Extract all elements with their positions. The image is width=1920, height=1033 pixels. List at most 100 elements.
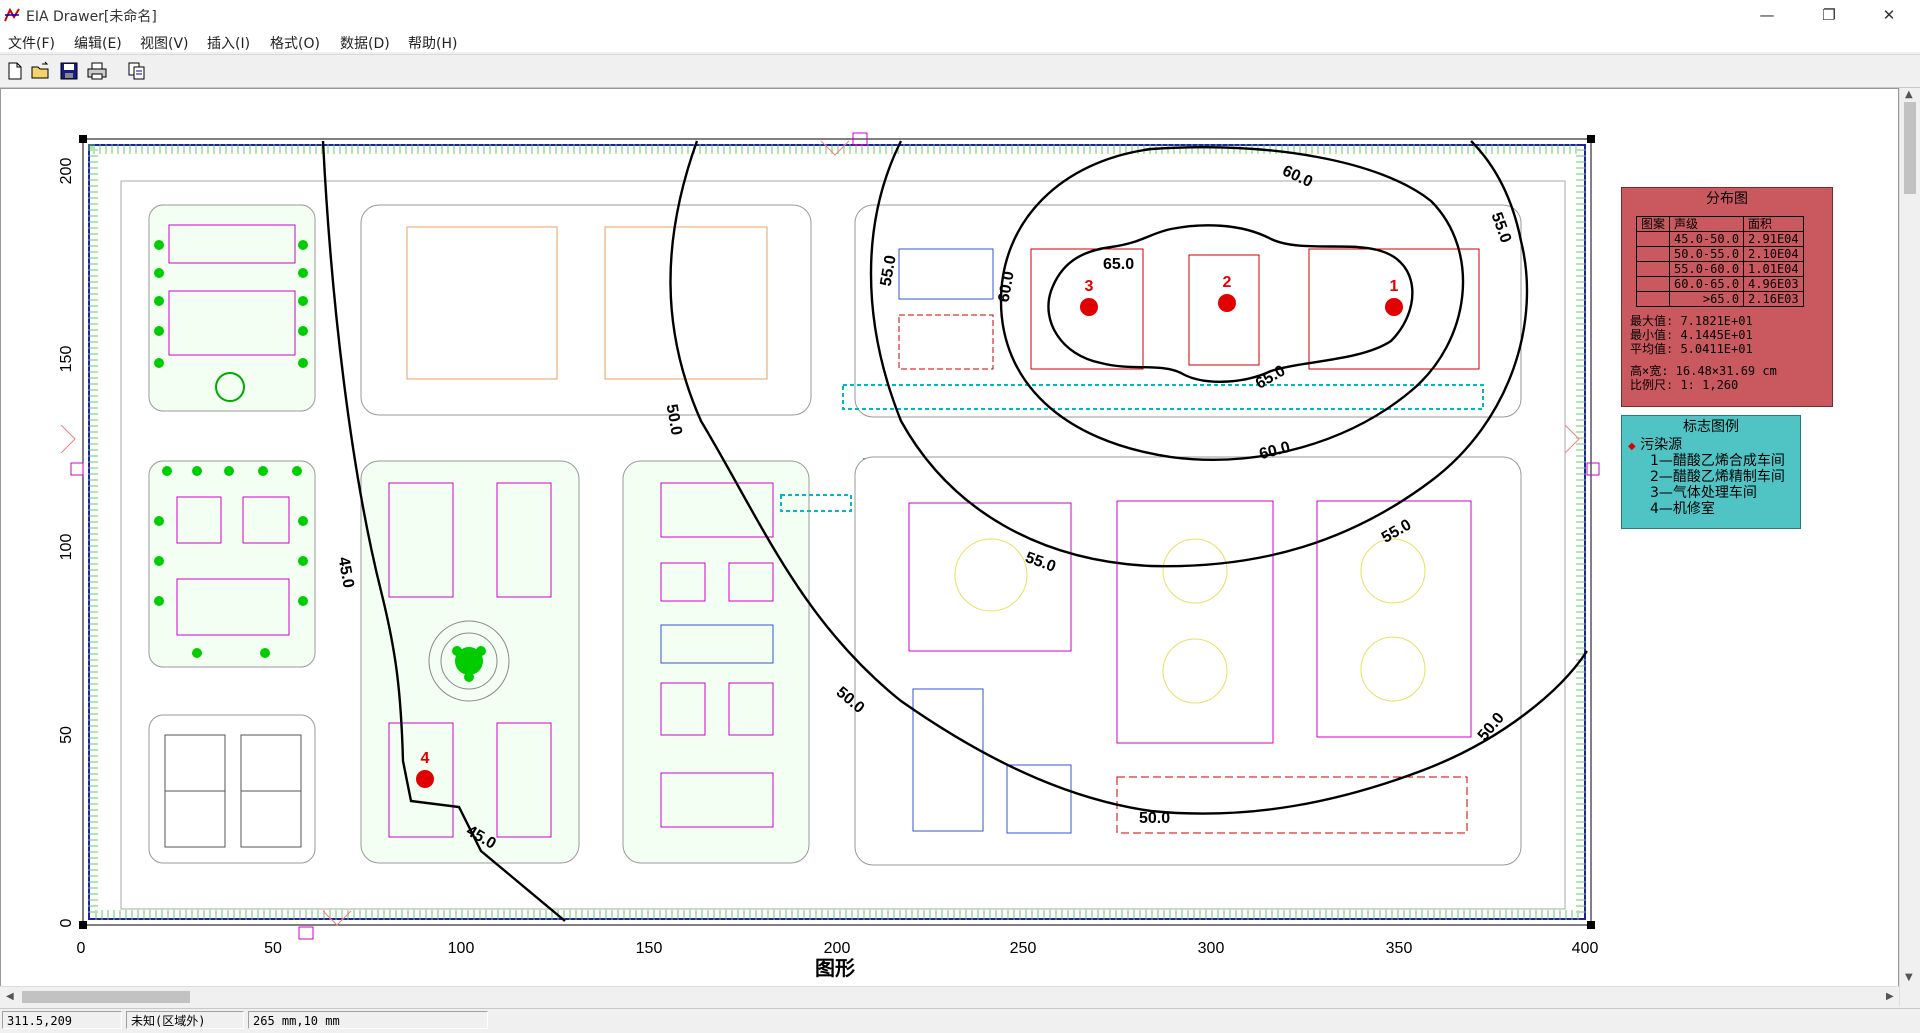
- marker-item: 1—醋酸乙烯合成车间: [1650, 453, 1785, 469]
- corner-handle[interactable]: [79, 921, 87, 929]
- area-cell: 2.16E03: [1743, 291, 1804, 307]
- x-axis-label: 图形: [815, 957, 855, 980]
- y-tick: 150: [58, 346, 75, 373]
- horizontal-scrollbar[interactable]: ◀ ▶: [0, 986, 1899, 1007]
- area-cell: 1.01E04: [1743, 261, 1804, 277]
- pattern-cell: [1635, 246, 1671, 262]
- x-tick: 200: [824, 940, 851, 957]
- level-cell: >65.0: [1669, 291, 1745, 307]
- contour-label: 60.0: [1280, 162, 1315, 191]
- header-pattern: 图案: [1635, 216, 1671, 232]
- pattern-cell: [1635, 261, 1671, 277]
- distribution-legend[interactable]: 分布图 图案 声级 面积 45.0-50.0 2.91E04 50.0-55.0 2…: [1621, 187, 1833, 407]
- stat-max: 最大值: 7.1821E+01: [1630, 314, 1753, 328]
- marker-item: 4—机修室: [1650, 501, 1715, 517]
- menu-edit[interactable]: 编辑(E): [74, 33, 122, 53]
- status-coords: 311.5,209: [2, 1011, 122, 1029]
- toolbar: [0, 54, 1920, 88]
- pattern-cell: [1635, 231, 1671, 247]
- y-tick: 200: [58, 158, 75, 185]
- status-bar: 311.5,209 未知(区域外) 265 mm,10 mm: [0, 1008, 1920, 1033]
- save-icon[interactable]: [58, 60, 80, 82]
- pattern-cell: [1635, 276, 1671, 292]
- x-tick: 250: [1010, 940, 1037, 957]
- scroll-up-icon[interactable]: ▲: [1905, 89, 1913, 100]
- app-icon: [4, 7, 20, 22]
- vertical-scroll-thumb[interactable]: [1904, 102, 1916, 194]
- drawing-canvas[interactable]: 45.0 45.0 50.0 50.0 50.0 50.0 55.0 55.0 …: [0, 88, 1899, 1006]
- source-label: 3: [1085, 278, 1094, 295]
- new-file-icon[interactable]: [4, 60, 26, 82]
- open-folder-icon[interactable]: [30, 60, 52, 82]
- y-tick: 100: [58, 534, 75, 561]
- status-paper: 265 mm,10 mm: [248, 1011, 488, 1029]
- header-level: 声级: [1669, 216, 1745, 232]
- menu-help[interactable]: 帮助(H): [408, 33, 457, 53]
- x-tick: 100: [448, 940, 475, 957]
- contour-label: 45.0: [335, 556, 357, 590]
- source-label: 2: [1223, 274, 1232, 291]
- menu-data[interactable]: 数据(D): [340, 33, 390, 53]
- block-tank-farm: [854, 456, 1522, 866]
- marker-legend[interactable]: 标志图例 ◆ 污染源 1—醋酸乙烯合成车间 2—醋酸乙烯精制车间 3—气体处理车…: [1621, 415, 1801, 529]
- x-tick: 300: [1198, 940, 1225, 957]
- menu-format[interactable]: 格式(O): [270, 33, 320, 53]
- area-cell: 2.91E04: [1743, 231, 1804, 247]
- horizontal-scroll-thumb[interactable]: [22, 991, 190, 1003]
- block-office: [148, 204, 316, 412]
- x-tick: 50: [264, 940, 282, 957]
- area-cell: 4.96E03: [1743, 276, 1804, 292]
- stat-scale: 比例尺: 1: 1,260: [1630, 378, 1739, 392]
- pattern-cell: [1635, 291, 1671, 307]
- restore-button[interactable]: ❐: [1806, 0, 1852, 30]
- corner-handle[interactable]: [79, 135, 87, 143]
- marker-item: 3—气体处理车间: [1650, 485, 1757, 501]
- print-icon[interactable]: [86, 60, 108, 82]
- contour-label: 65.0: [1103, 256, 1134, 273]
- level-cell: 55.0-60.0: [1669, 261, 1745, 277]
- legend-title: 标志图例: [1683, 419, 1739, 435]
- menu-bar: 文件(F) 编辑(E) 视图(V) 插入(I) 格式(O) 数据(D) 帮助(H…: [0, 30, 1920, 52]
- site-plan-drawing[interactable]: 45.0 45.0 50.0 50.0 50.0 50.0 55.0 55.0 …: [1, 89, 1898, 985]
- level-cell: 45.0-50.0: [1669, 231, 1745, 247]
- legend-title: 分布图: [1706, 191, 1748, 207]
- scroll-left-icon[interactable]: ◀: [6, 991, 14, 1002]
- block-canteen: [148, 460, 316, 668]
- x-tick: 400: [1572, 940, 1599, 957]
- menu-file[interactable]: 文件(F): [8, 33, 55, 53]
- corner-handle[interactable]: [1587, 135, 1595, 143]
- marker-category-label: 污染源: [1640, 437, 1683, 453]
- source-label: 4: [421, 750, 430, 767]
- copy-icon[interactable]: [126, 60, 148, 82]
- area-cell: 2.10E04: [1743, 246, 1804, 262]
- minimize-button[interactable]: —: [1744, 0, 1790, 30]
- title-bar: EIA Drawer[未命名] — ❐ ✕: [0, 0, 1920, 30]
- level-cell: 60.0-65.0: [1669, 276, 1745, 292]
- menu-view[interactable]: 视图(V): [140, 33, 189, 53]
- header-area: 面积: [1743, 216, 1804, 232]
- status-zone: 未知(区域外): [126, 1011, 244, 1029]
- y-tick: 0: [58, 918, 75, 927]
- scroll-down-icon[interactable]: ▼: [1905, 972, 1913, 983]
- block-warehouse: [360, 204, 812, 416]
- x-tick: 150: [636, 940, 663, 957]
- contour-label: 50.0: [1139, 810, 1170, 827]
- stat-avg: 平均值: 5.0411E+01: [1630, 342, 1753, 356]
- legend-table: 图案 声级 面积 45.0-50.0 2.91E04 50.0-55.0 2.10E…: [1635, 216, 1804, 307]
- marker-category: ◆ 污染源: [1628, 438, 1682, 454]
- x-tick: 0: [77, 940, 86, 957]
- source-label: 1: [1390, 278, 1399, 295]
- stat-min: 最小值: 4.1445E+01: [1630, 328, 1753, 342]
- corner-handle[interactable]: [1587, 921, 1595, 929]
- marker-item: 2—醋酸乙烯精制车间: [1650, 469, 1785, 485]
- vertical-scrollbar[interactable]: ▲ ▼: [1899, 88, 1920, 1006]
- source-marker-icon: ◆: [1628, 441, 1636, 452]
- window-title: EIA Drawer[未命名]: [26, 9, 157, 25]
- menu-insert[interactable]: 插入(I): [207, 33, 250, 53]
- scroll-right-icon[interactable]: ▶: [1886, 991, 1894, 1002]
- y-tick: 50: [58, 726, 75, 744]
- level-cell: 50.0-55.0: [1669, 246, 1745, 262]
- stat-size: 高×宽: 16.48×31.69 cm: [1630, 364, 1777, 378]
- block-utilities: [622, 460, 810, 864]
- close-button[interactable]: ✕: [1866, 0, 1912, 30]
